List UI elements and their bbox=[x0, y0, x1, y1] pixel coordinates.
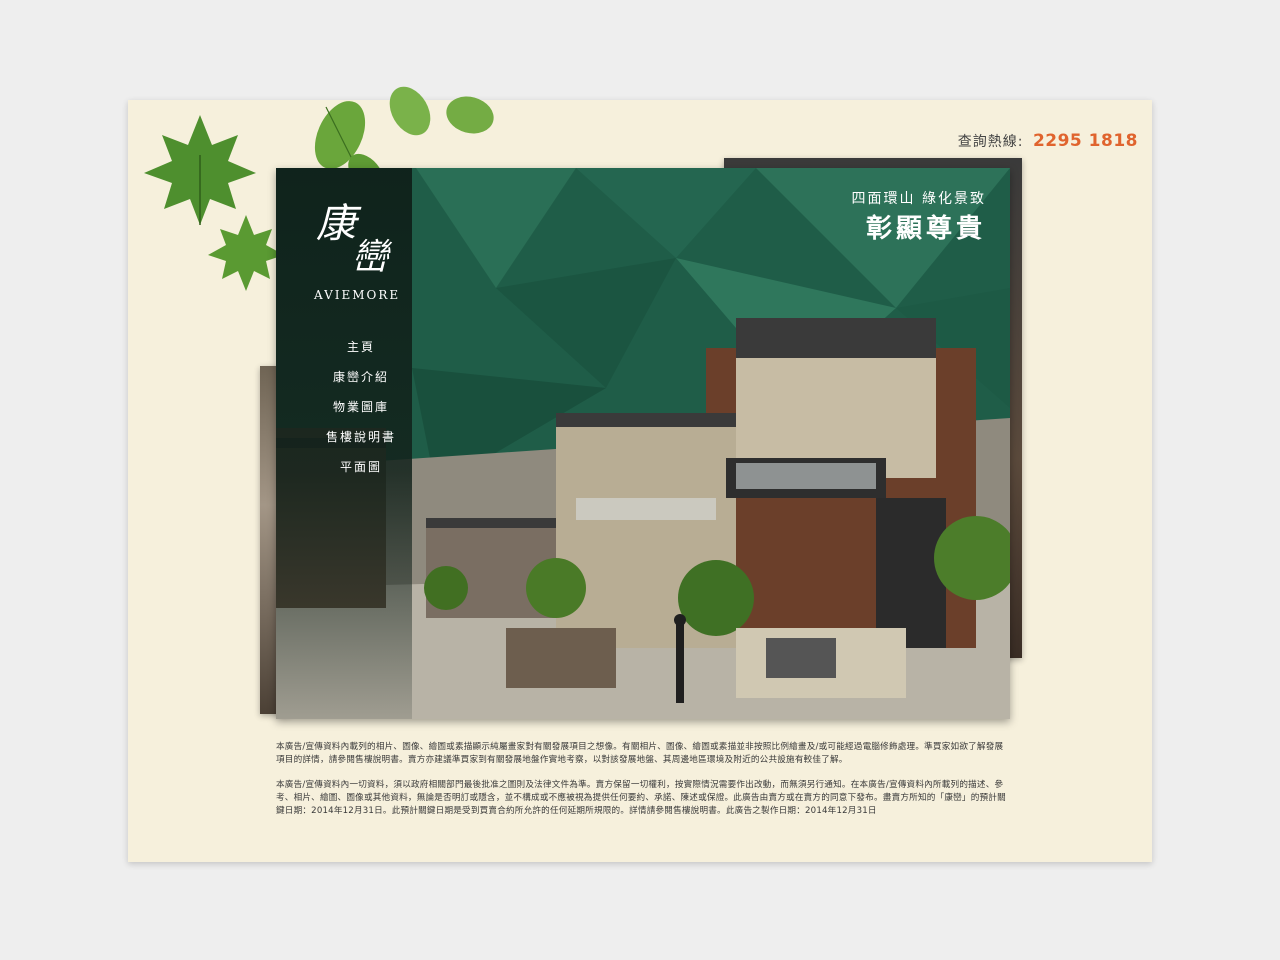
leaf-maple-large bbox=[144, 115, 256, 225]
tagline-main: 彰顯尊貴 bbox=[865, 214, 986, 244]
leaf-oval-2 bbox=[389, 86, 431, 136]
disclaimer: 本廣告/宣傳資料內載列的相片、圖像、繪圖或素描顯示純屬畫家對有關發展項目之想像。… bbox=[276, 741, 1010, 830]
tagline-sub: 四面環山 綠化景致 bbox=[851, 191, 986, 207]
nav-item-about[interactable]: 康巒介紹 bbox=[276, 362, 446, 392]
nav-item-home[interactable]: 主頁 bbox=[276, 332, 446, 362]
hero-banner: 康 巒 AVIEMORE 主頁 康巒介紹 物業圖庫 售樓說明書 平面圖 四面環山… bbox=[276, 168, 1010, 719]
logo-char-2: 巒 bbox=[352, 237, 389, 278]
hero-sidepanel: 康 巒 AVIEMORE 主頁 康巒介紹 物業圖庫 售樓說明書 平面圖 bbox=[276, 168, 412, 719]
hotline-label: 查詢熱線: bbox=[957, 134, 1024, 150]
nav-item-gallery[interactable]: 物業圖庫 bbox=[276, 392, 446, 422]
logo-english: AVIEMORE bbox=[314, 288, 401, 302]
main-nav: 主頁 康巒介紹 物業圖庫 售樓說明書 平面圖 bbox=[276, 332, 446, 482]
logo[interactable]: 康 巒 bbox=[316, 204, 406, 278]
disclaimer-paragraph-1: 本廣告/宣傳資料內載列的相片、圖像、繪圖或素描顯示純屬畫家對有關發展項目之想像。… bbox=[276, 742, 1004, 765]
leaf-oval-3 bbox=[446, 96, 494, 134]
hotline-number[interactable]: 2295 1818 bbox=[1033, 131, 1138, 151]
leaf-maple-small bbox=[208, 215, 284, 291]
disclaimer-paragraph-2: 本廣告/宣傳資料內一切資料，須以政府相關部門最後批准之圖則及法律文件為準。賣方保… bbox=[276, 780, 1006, 816]
hotline: 查詢熱線: 2295 1818 bbox=[958, 131, 1138, 151]
nav-item-brochure[interactable]: 售樓說明書 bbox=[276, 422, 446, 452]
nav-item-floorplan[interactable]: 平面圖 bbox=[276, 452, 446, 482]
